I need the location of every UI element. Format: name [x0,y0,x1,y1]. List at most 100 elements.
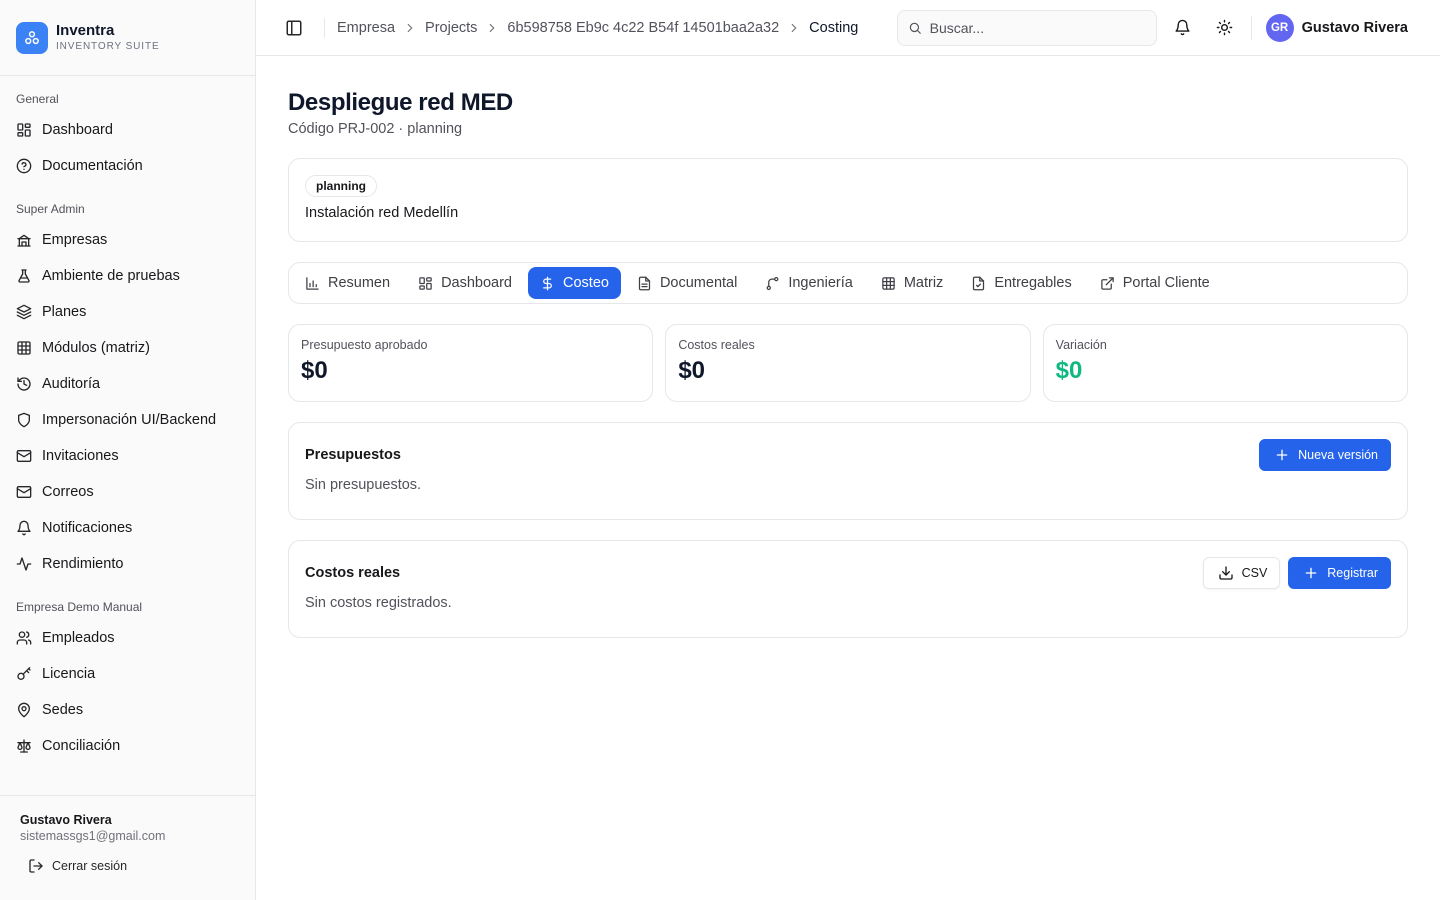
sidebar: Inventra INVENTORY SUITE General Dashboa… [0,0,256,900]
sidebar-item-label: Documentación [42,158,143,174]
layout-grid-icon [16,122,32,138]
sidebar-toggle-button[interactable] [284,18,304,38]
tab-documental[interactable]: Documental [625,267,749,299]
activity-icon [16,556,32,572]
stat-costos-reales: Costos reales $0 [665,324,1031,402]
stat-value: $0 [678,357,706,384]
breadcrumb-item-project-id[interactable]: 6b598758 Eb9c 4c22 B54f 14501baa2a32 [507,20,779,36]
tab-label: Portal Cliente [1122,275,1210,291]
budgets-section: Presupuestos Nueva versión Sin presupues… [288,422,1408,520]
breadcrumb-item-empresa[interactable]: Empresa [337,20,395,36]
tab-costeo[interactable]: Costeo [528,267,621,299]
scale-icon [16,738,32,754]
register-cost-button[interactable]: Registrar [1288,557,1391,589]
chevron-right-icon [403,21,417,35]
sidebar-item-empresas[interactable]: Empresas [8,222,247,258]
tab-dashboard[interactable]: Dashboard [406,267,524,299]
csv-export-button[interactable]: CSV [1202,557,1281,589]
tab-label: Resumen [328,275,391,291]
brand-logo-icon [16,21,48,54]
plus-icon [1303,565,1319,581]
stat-presupuesto-aprobado: Presupuesto aprobado $0 [288,324,654,402]
nav-group-super-admin: Super Admin Empresas Ambiente de pruebas… [8,198,247,582]
sidebar-item-dashboard[interactable]: Dashboard [8,112,247,148]
sidebar-item-sedes[interactable]: Sedes [8,692,247,728]
breadcrumb: Empresa Projects 6b598758 Eb9c 4c22 B54f… [337,20,897,36]
sidebar-item-label: Módulos (matriz) [42,340,150,356]
page-subtitle: Código PRJ-002 · planning [288,121,463,137]
tab-entregables[interactable]: Entregables [959,267,1083,299]
nav-group-general: General Dashboard Documentación [8,88,247,184]
search-input[interactable] [929,19,1146,36]
sidebar-item-label: Rendimiento [42,556,124,572]
nav-group-title: General [16,92,59,106]
tab-label: Costeo [563,275,609,291]
sidebar-item-label: Notificaciones [42,520,133,536]
sidebar-item-correos[interactable]: Correos [8,474,247,510]
file-check-icon [971,276,986,291]
stats-row: Presupuesto aprobado $0 Costos reales $0… [288,324,1408,402]
theme-toggle-button[interactable] [1209,12,1241,44]
download-icon [1218,565,1234,581]
sidebar-item-notificaciones[interactable]: Notificaciones [8,510,247,546]
sidebar-item-label: Invitaciones [42,448,119,464]
stat-label: Costos reales [678,338,755,352]
users-icon [16,630,32,646]
nav-group-title: Empresa Demo Manual [16,600,143,614]
status-badge: planning [305,175,377,197]
tab-ingenieria[interactable]: Ingeniería [753,267,865,299]
logout-button[interactable]: Cerrar sesión [20,858,235,874]
history-icon [16,376,32,392]
main-area: Empresa Projects 6b598758 Eb9c 4c22 B54f… [256,0,1440,900]
costs-section: Costos reales CSV Registrar Sin costos r… [288,540,1408,638]
table-icon [881,276,896,291]
search-box[interactable] [896,9,1157,46]
breadcrumb-item-current: Costing [809,19,859,36]
tab-matriz[interactable]: Matriz [869,267,955,299]
stat-value: $0 [1055,357,1083,384]
sidebar-item-licencia[interactable]: Licencia [8,656,247,692]
avatar[interactable]: GR [1265,13,1294,42]
help-circle-icon [16,158,32,174]
tab-label: Dashboard [441,275,512,291]
topbar-divider [1250,15,1252,40]
sidebar-item-modulos[interactable]: Módulos (matriz) [8,330,247,366]
flask-icon [16,268,32,284]
budgets-title: Presupuestos [305,447,401,463]
tab-portal-cliente[interactable]: Portal Cliente [1088,267,1222,299]
costs-title: Costos reales [305,565,401,581]
sidebar-item-invitaciones[interactable]: Invitaciones [8,438,247,474]
mail-icon [16,448,32,464]
notifications-button[interactable] [1167,12,1199,44]
sidebar-item-planes[interactable]: Planes [8,294,247,330]
sidebar-nav: General Dashboard Documentación Super Ad… [0,76,255,795]
sidebar-footer: Gustavo Rivera sistemassgs1@gmail.com Ce… [0,795,255,900]
sidebar-item-rendimiento[interactable]: Rendimiento [8,546,247,582]
sidebar-item-label: Correos [42,484,94,500]
register-label: Registrar [1327,566,1378,580]
sidebar-item-label: Licencia [42,666,96,682]
stat-variacion: Variación $0 [1042,324,1408,402]
footer-user-name: Gustavo Rivera [20,813,112,827]
costs-empty-text: Sin costos registrados. [305,595,452,611]
sun-icon [1216,19,1233,36]
nav-group-title: Super Admin [16,202,85,216]
sidebar-item-impersonacion[interactable]: Impersonación UI/Backend [8,402,247,438]
layout-grid-icon [418,276,433,291]
sidebar-item-label: Ambiente de pruebas [42,268,180,284]
sidebar-item-conciliacion[interactable]: Conciliación [8,728,247,764]
brand[interactable]: Inventra INVENTORY SUITE [0,0,255,76]
sidebar-item-auditoria[interactable]: Auditoría [8,366,247,402]
tab-label: Entregables [994,275,1072,291]
breadcrumb-item-projects[interactable]: Projects [425,20,477,36]
new-version-button[interactable]: Nueva versión [1259,439,1391,471]
external-link-icon [1100,276,1115,291]
sidebar-item-empleados[interactable]: Empleados [8,620,247,656]
tab-resumen[interactable]: Resumen [293,267,402,299]
project-tabs: Resumen Dashboard Costeo Documental Inge… [288,262,1408,304]
sidebar-item-label: Conciliación [42,738,121,754]
sidebar-item-ambiente-pruebas[interactable]: Ambiente de pruebas [8,258,247,294]
sidebar-item-documentacion[interactable]: Documentación [8,148,247,184]
key-icon [16,666,32,682]
topbar-user-name[interactable]: Gustavo Rivera [1302,20,1408,36]
